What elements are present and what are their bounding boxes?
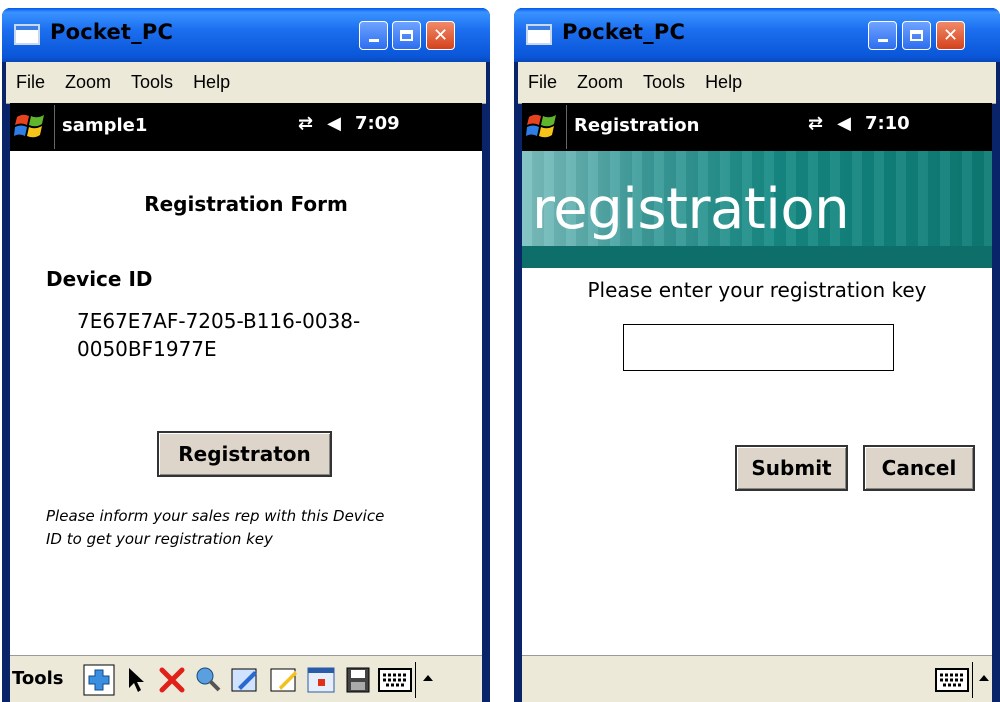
menu-zoom[interactable]: Zoom xyxy=(65,72,111,93)
maximize-button[interactable] xyxy=(392,21,421,50)
menu-tools[interactable]: Tools xyxy=(643,72,685,93)
device-id-value-line1: 7E67E7AF-7205-B116-0038- xyxy=(77,309,361,333)
minimize-button[interactable] xyxy=(359,21,388,50)
menu-help[interactable]: Help xyxy=(193,72,230,93)
registration-button[interactable]: Registraton xyxy=(157,431,332,477)
connectivity-arrows-icon[interactable]: ⇄ xyxy=(298,113,313,134)
windows-start-flag-icon[interactable] xyxy=(14,111,46,141)
cancel-button[interactable]: Cancel xyxy=(863,445,975,491)
menu-tools[interactable]: Tools xyxy=(131,72,173,93)
keyboard-icon[interactable] xyxy=(378,667,412,693)
window-icon xyxy=(526,24,552,45)
menu-bar: File Zoom Tools Help xyxy=(6,62,486,104)
maximize-button[interactable] xyxy=(902,21,931,50)
window-icon[interactable] xyxy=(306,665,336,695)
note-line2: ID to get your registration key xyxy=(46,530,273,548)
plus-icon[interactable] xyxy=(83,664,115,696)
registration-key-input[interactable] xyxy=(623,324,894,371)
separator xyxy=(566,105,567,149)
task-bar: Registration ⇄ ◀︎ 7:10 xyxy=(522,103,992,151)
arrow-cursor-icon[interactable] xyxy=(125,666,149,694)
device-id-value-line2: 0050BF1977E xyxy=(77,337,217,361)
close-button[interactable]: ✕ xyxy=(426,21,455,50)
pocket-pc-window-left: Pocket_PC ✕ File Zoom Tools Help sample1… xyxy=(2,8,490,702)
speaker-icon[interactable]: ◀︎ xyxy=(837,113,851,134)
note-line1: Please inform your sales rep with this D… xyxy=(46,507,385,525)
window-icon xyxy=(14,24,40,45)
device-id-label: Device ID xyxy=(46,267,153,291)
up-triangle-icon[interactable] xyxy=(421,672,435,684)
registration-banner: registration xyxy=(522,151,992,268)
window-title: Pocket_PC xyxy=(562,20,686,44)
highlighter-icon[interactable] xyxy=(269,665,299,695)
tools-bar: Tools xyxy=(10,655,482,702)
registration-prompt: Please enter your registration key xyxy=(587,278,927,302)
connectivity-arrows-icon[interactable]: ⇄ xyxy=(808,113,823,134)
pocket-pc-window-right: Pocket_PC ✕ File Zoom Tools Help Registr… xyxy=(514,8,1000,702)
red-x-icon[interactable] xyxy=(159,667,185,693)
pen-icon[interactable] xyxy=(230,665,260,695)
task-title: Registration xyxy=(574,115,700,136)
close-button[interactable]: ✕ xyxy=(936,21,965,50)
clock[interactable]: 7:10 xyxy=(865,113,910,134)
status-area: ⇄ ◀︎ 7:10 xyxy=(808,113,910,134)
device-screen: sample1 ⇄ ◀︎ 7:09 Registration Form Devi… xyxy=(10,103,482,702)
minimize-button[interactable] xyxy=(868,21,897,50)
tools-bar xyxy=(522,655,992,702)
save-icon[interactable] xyxy=(345,666,371,694)
separator xyxy=(54,105,55,149)
task-title: sample1 xyxy=(62,115,148,136)
clock[interactable]: 7:09 xyxy=(355,113,400,134)
submit-button[interactable]: Submit xyxy=(735,445,848,491)
title-bar[interactable]: Pocket_PC ✕ xyxy=(2,8,490,62)
menu-file[interactable]: File xyxy=(528,72,557,93)
menu-zoom[interactable]: Zoom xyxy=(577,72,623,93)
window-title: Pocket_PC xyxy=(50,20,174,44)
speaker-icon[interactable]: ◀︎ xyxy=(327,113,341,134)
form-title: Registration Form xyxy=(144,192,348,216)
tools-menu[interactable]: Tools xyxy=(12,668,64,689)
menu-file[interactable]: File xyxy=(16,72,45,93)
status-area: ⇄ ◀︎ 7:09 xyxy=(298,113,400,134)
separator xyxy=(972,662,973,698)
wrench-icon[interactable] xyxy=(194,665,222,693)
menu-bar: File Zoom Tools Help xyxy=(518,62,996,104)
windows-start-flag-icon[interactable] xyxy=(526,111,558,141)
banner-title: registration xyxy=(532,177,850,242)
menu-help[interactable]: Help xyxy=(705,72,742,93)
separator xyxy=(415,662,416,698)
title-bar[interactable]: Pocket_PC ✕ xyxy=(514,8,1000,62)
device-screen: Registration ⇄ ◀︎ 7:10 registration Plea… xyxy=(522,103,992,702)
keyboard-icon[interactable] xyxy=(935,667,969,693)
up-triangle-icon[interactable] xyxy=(977,672,991,684)
banner-band xyxy=(522,246,992,268)
task-bar: sample1 ⇄ ◀︎ 7:09 xyxy=(10,103,482,151)
